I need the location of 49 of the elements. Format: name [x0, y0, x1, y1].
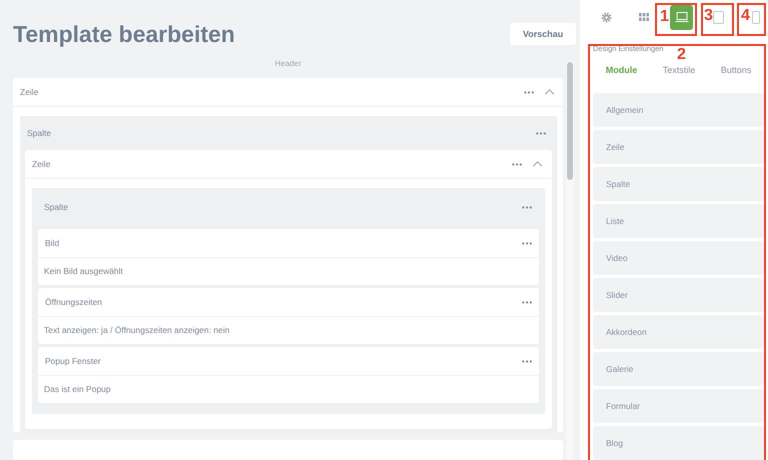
annotation-number: 1: [660, 8, 669, 26]
more-icon[interactable]: [522, 300, 532, 304]
module-list-item[interactable]: Zeile: [593, 130, 764, 164]
collapse-icon[interactable]: [532, 161, 543, 167]
annotation-number: 4: [741, 7, 750, 25]
settings-icon: [601, 12, 612, 22]
more-icon[interactable]: [536, 132, 546, 134]
more-icon[interactable]: [524, 90, 534, 94]
tablet-icon: [713, 10, 724, 24]
module-list-item[interactable]: Allgemein: [593, 93, 764, 127]
module-list-item[interactable]: Video: [593, 241, 764, 275]
more-icon[interactable]: [522, 206, 532, 208]
tab[interactable]: Module: [602, 63, 642, 77]
module-summary: Kein Bild ausgewählt: [43, 265, 124, 278]
module-list-item[interactable]: Spalte: [593, 167, 764, 201]
page-title: Template bearbeiten: [13, 20, 235, 48]
more-icon[interactable]: [522, 242, 532, 244]
annotation-box: [701, 3, 734, 36]
module-list-item[interactable]: Liste: [593, 204, 764, 238]
column-label: Spalte: [44, 202, 68, 212]
annotation-number: 2: [677, 46, 686, 64]
more-icon[interactable]: [522, 360, 532, 362]
scrollbar[interactable]: [566, 60, 574, 460]
laptop-icon: [674, 12, 689, 22]
desktop-view-button[interactable]: [670, 4, 694, 30]
module-label: Bild: [45, 238, 60, 248]
preview-button[interactable]: Vorschau: [510, 23, 576, 45]
module-label: Öffnungszeiten: [45, 297, 102, 307]
annotation-box: [737, 3, 766, 36]
module-list-item[interactable]: Galerie: [593, 352, 764, 386]
module-summary: Text anzeigen: ja / Öffnungszeiten anzeigen: nein: [43, 324, 231, 337]
row-label: Zeile: [32, 159, 52, 169]
more-icon[interactable]: [512, 162, 522, 166]
header-label: Header: [274, 60, 302, 68]
module-list-item[interactable]: Formular: [593, 389, 764, 423]
module-label: Popup Fenster: [45, 356, 101, 366]
annotation-box: [655, 3, 697, 36]
tab[interactable]: Textstile: [658, 63, 700, 77]
row-label: Zeile: [20, 87, 40, 97]
collapse-icon[interactable]: [544, 89, 555, 95]
module-list-item[interactable]: Akkordeon: [593, 315, 764, 349]
module-list-item[interactable]: Blog: [593, 426, 764, 460]
column-label: Spalte: [27, 128, 52, 138]
module-list-item[interactable]: Slider: [593, 278, 764, 312]
phone-icon: [752, 10, 760, 24]
annotation-number: 3: [704, 7, 713, 25]
module-summary: Das ist ein Popup: [43, 383, 112, 396]
tab[interactable]: Buttons: [716, 63, 756, 77]
grid-icon: [639, 13, 650, 21]
